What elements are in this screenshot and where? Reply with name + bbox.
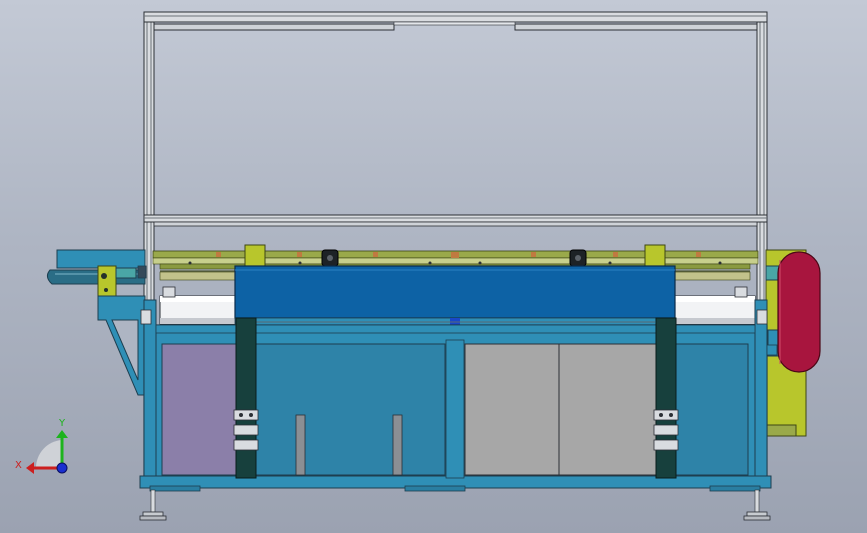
left-conveyor <box>46 249 147 297</box>
panel-gray-left <box>464 343 560 476</box>
y-axis-label: Y <box>58 418 66 429</box>
left-support-bracket <box>97 295 146 396</box>
leveling-feet <box>139 489 771 521</box>
panel-teal-right <box>675 343 749 476</box>
top-hood <box>234 265 676 327</box>
right-drive-unit <box>765 249 821 437</box>
coordinate-triad: Y X <box>15 418 68 474</box>
x-axis-label: X <box>15 460 22 471</box>
z-axis <box>56 462 68 474</box>
cad-viewport[interactable]: Y X <box>0 0 867 533</box>
panel-purple <box>161 343 237 476</box>
panel-teal-left <box>255 343 446 476</box>
panel-gray-right <box>558 343 657 476</box>
